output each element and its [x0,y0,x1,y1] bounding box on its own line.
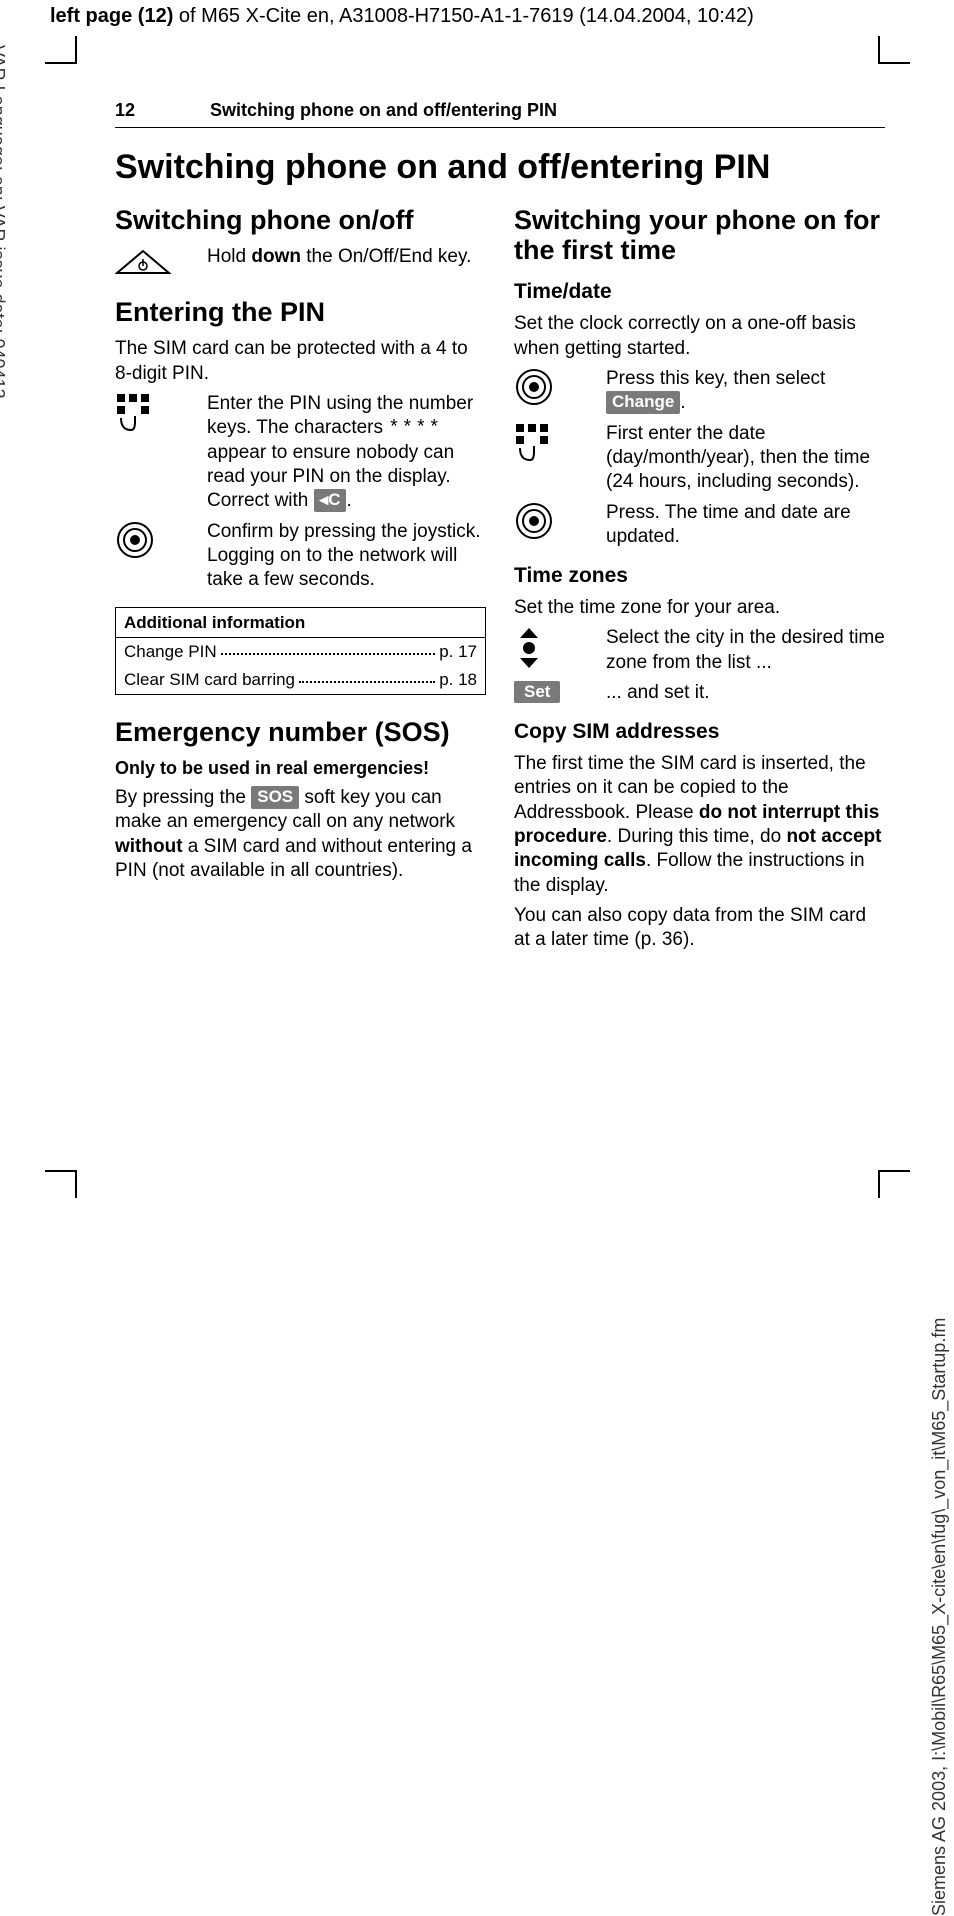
additional-info-row: Change PIN p. 17 [116,638,485,666]
copy-sim-p1: The first time the SIM card is insert­ed… [514,752,885,898]
crop-mark [880,62,910,64]
copy-sim-p2: You can also copy data from the SIM card… [514,904,885,953]
page-content: 12 Switching phone on and off/entering P… [115,100,885,959]
power-key-icon [115,245,195,279]
left-column: Switching phone on/off Hold down the On/… [115,205,486,959]
power-key-text: Hold down the On/Off/End key. [207,245,486,269]
crop-mark [880,1170,910,1172]
heading-copy-sim: Copy SIM addresses [514,719,885,746]
crop-mark [878,36,880,64]
joystick-press-icon [514,367,594,407]
crop-mark [75,1170,77,1198]
additional-info-row: Clear SIM card barring p. 18 [116,666,485,694]
timedate-intro: Set the clock correctly on a one-off bas… [514,312,885,361]
sos-body: By pressing the SOS soft key you can mak… [115,786,486,883]
sos-subhead: Only to be used in real emergencies! [115,757,486,780]
pin-intro: The SIM card can be protected with a 4 t… [115,337,486,386]
running-head: 12 Switching phone on and off/entering P… [115,100,885,128]
keypad-icon [115,392,195,434]
joystick-updown-icon [514,626,594,670]
sos-softkey-icon: SOS [251,786,299,809]
keypad-icon [514,422,594,464]
timezones-step2: ... and set it. [606,681,885,705]
timedate-step1: Press this key, then select Change. [606,367,885,416]
crop-header-left: left page (12) [50,5,173,27]
heading-entering-pin: Entering the PIN [115,297,486,327]
timezones-intro: Set the time zone for your area. [514,596,885,620]
set-softkey-icon: Set [514,681,594,705]
clear-key-icon: ◂C [314,489,347,512]
heading-switching-onoff: Switching phone on/off [115,205,486,235]
pin-enter-text: Enter the PIN using the number keys. The… [207,392,486,514]
additional-info-header: Additional information [116,608,485,639]
crop-mark [45,1170,75,1172]
crop-mark [878,1170,880,1198]
right-column: Switching your phone on for the first ti… [514,205,885,959]
joystick-press-icon [115,520,195,560]
dot-leader [221,641,436,655]
heading-first-time: Switching your phone on for the first ti… [514,205,885,265]
change-softkey-icon: Change [606,391,680,414]
pin-confirm-text: Confirm by pressing the joystick. Loggin… [207,520,486,593]
heading-timezones: Time zones [514,563,885,590]
additional-info-box: Additional information Change PIN p. 17 … [115,607,486,695]
dot-leader [299,669,435,683]
crop-mark [45,62,75,64]
crop-header: left page (12) of M65 X-Cite en, A31008-… [50,5,754,28]
timedate-step3: Press. The time and date are updated. [606,501,885,550]
heading-sos: Emergency number (SOS) [115,717,486,747]
left-margin-note: VAR Language: en; VAR issue date: 040413 [0,45,8,425]
joystick-press-icon [514,501,594,541]
page-title: Switching phone on and off/entering PIN [115,148,885,187]
heading-timedate: Time/date [514,279,885,306]
crop-header-rest: of M65 X-Cite en, A31008-H7150-A1-1-7619… [173,5,753,27]
crop-mark [75,36,77,64]
timezones-step1: Select the city in the desired time zone… [606,626,885,675]
running-title: Switching phone on and off/entering PIN [210,100,557,120]
page-number: 12 [115,100,205,121]
right-margin-note: Siemens AG 2003, I:\Mobil\R65\M65_X-cite… [929,1216,950,1916]
timedate-step2: First enter the date (day/month/year), t… [606,422,885,495]
